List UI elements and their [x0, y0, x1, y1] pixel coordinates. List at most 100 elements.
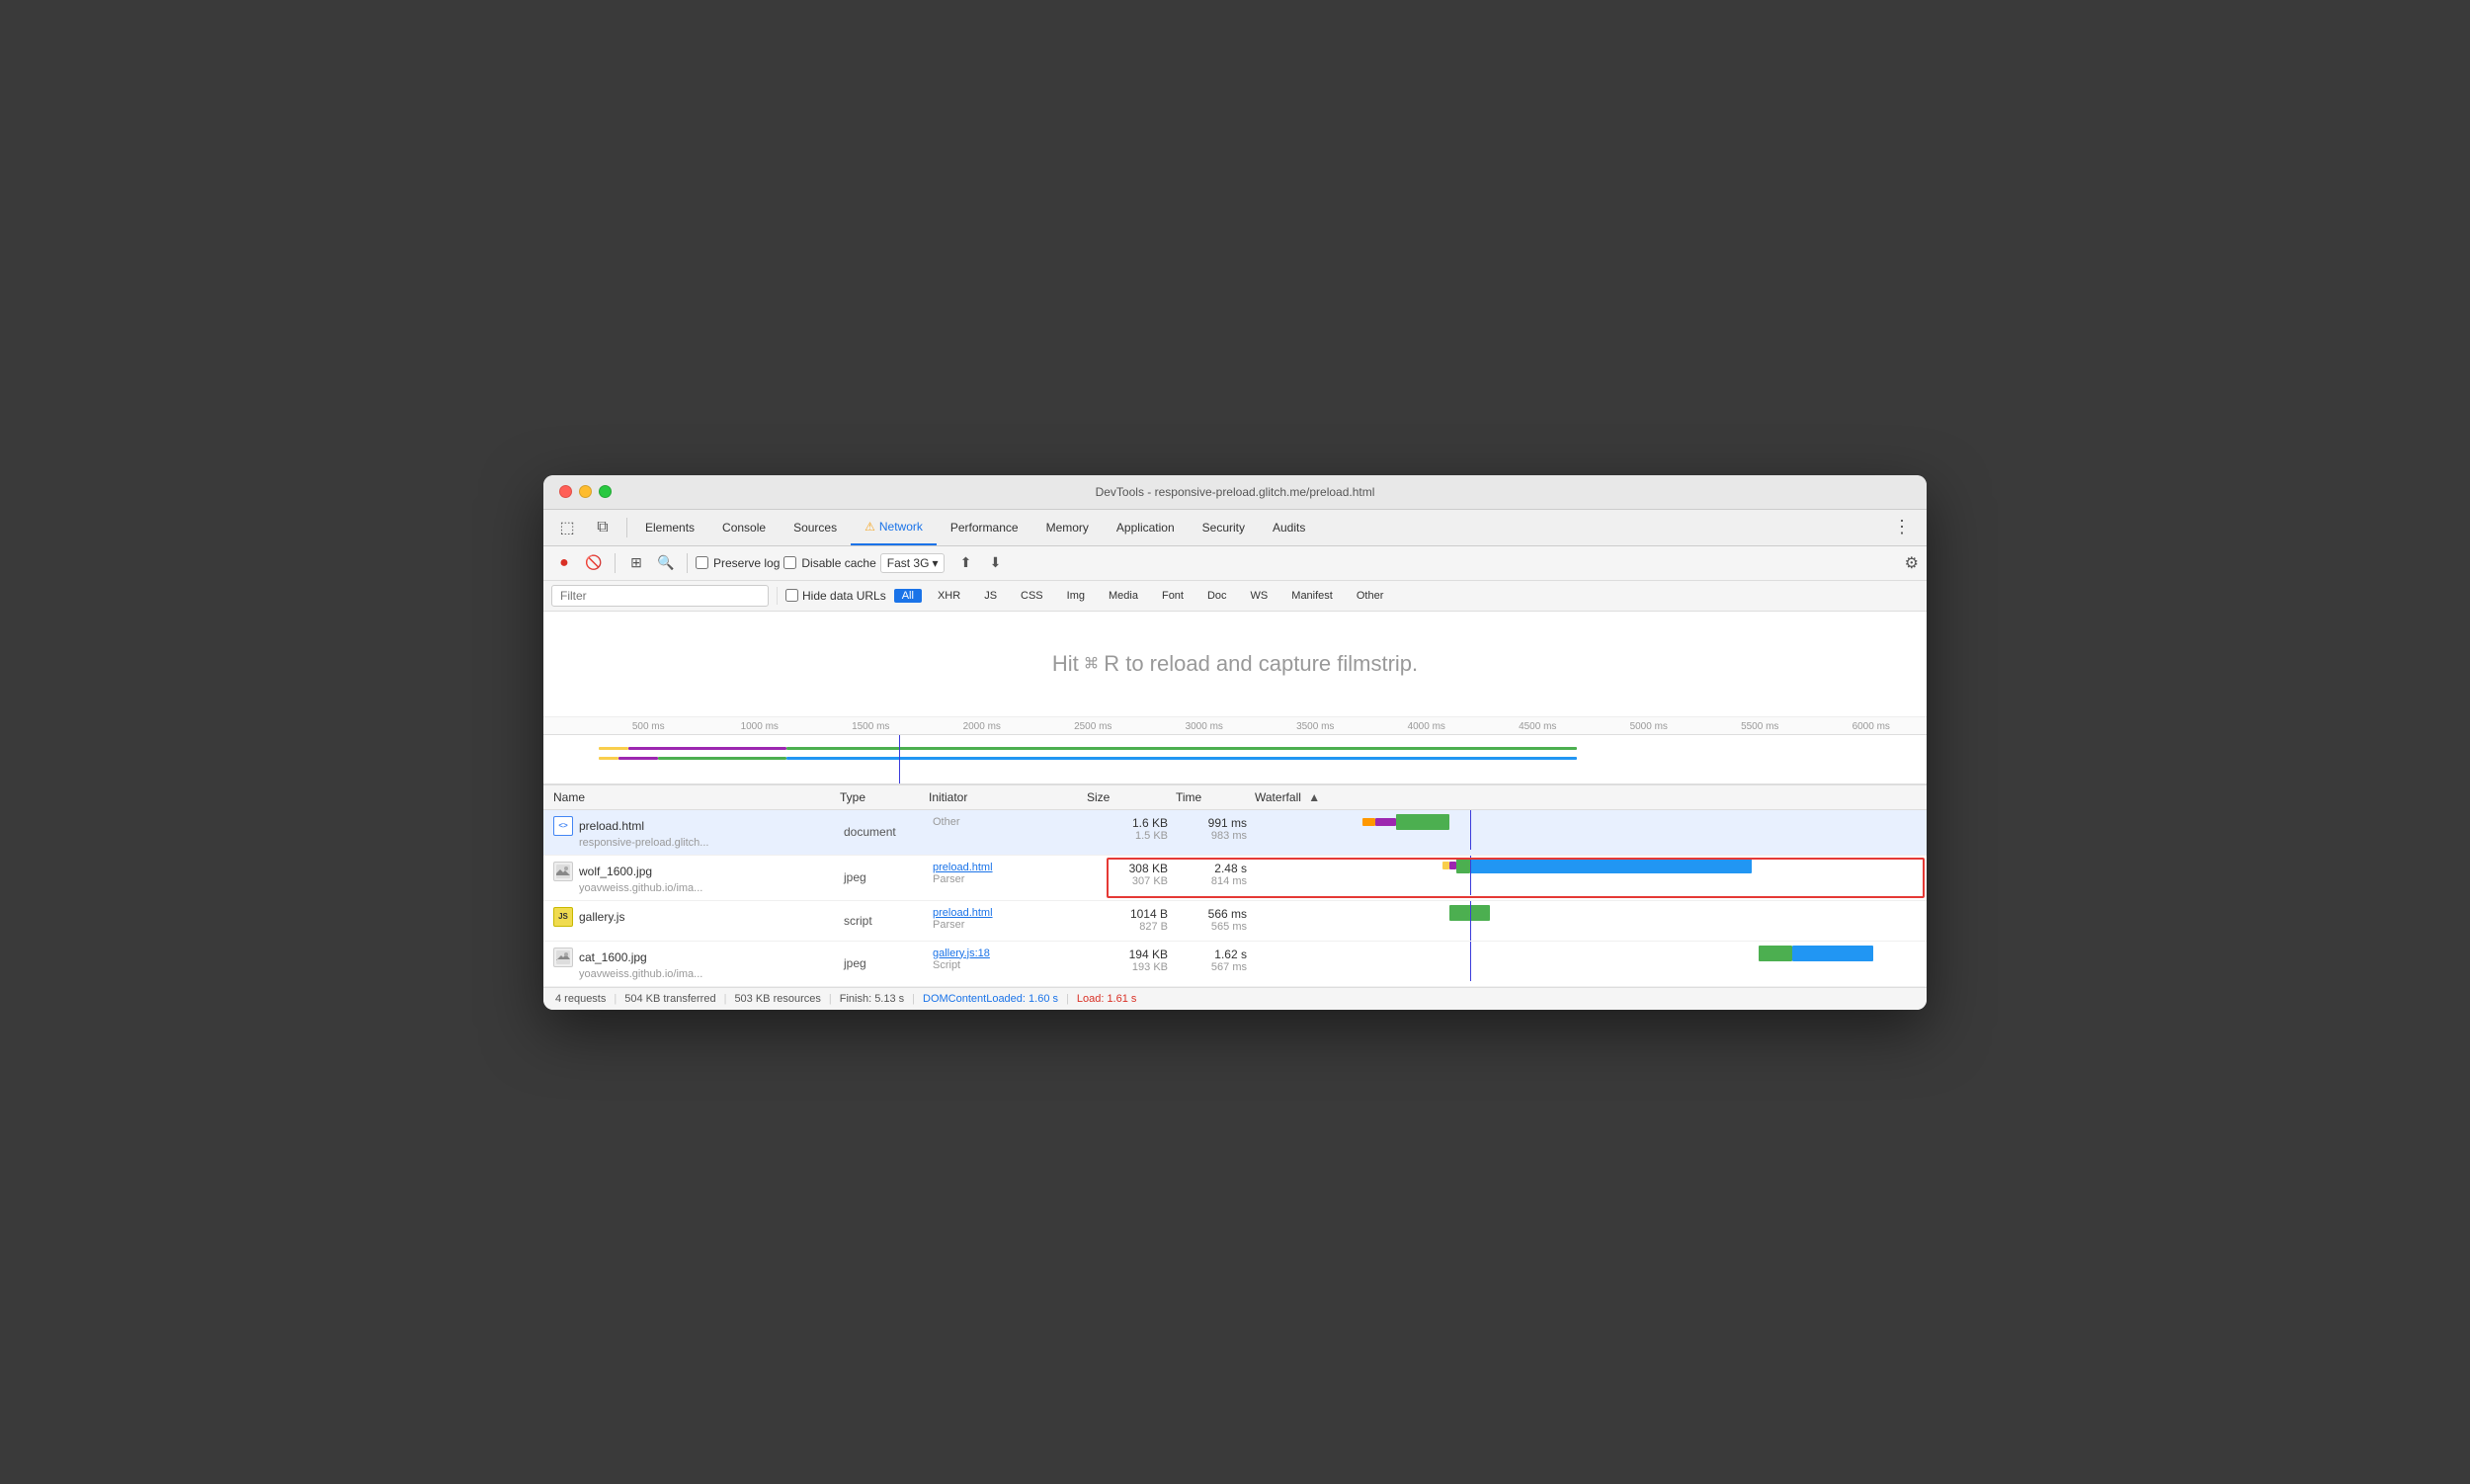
- cursor-icon[interactable]: ⬚: [551, 510, 583, 545]
- status-resources: 503 KB resources: [734, 993, 820, 1005]
- row2-filename: wolf_1600.jpg: [579, 865, 652, 878]
- filter-img[interactable]: Img: [1059, 589, 1093, 603]
- filter-xhr[interactable]: XHR: [930, 589, 968, 603]
- col-header-initiator: Initiator: [929, 790, 1087, 804]
- tab-console[interactable]: Console: [708, 510, 780, 545]
- cell-init-4: gallery.js:18 Script: [929, 942, 1087, 986]
- throttle-select[interactable]: Fast 3G ▾: [880, 553, 946, 573]
- table-row[interactable]: wolf_1600.jpg yoavweiss.github.io/ima...…: [543, 856, 1927, 901]
- tab-performance[interactable]: Performance: [937, 510, 1032, 545]
- search-button[interactable]: 🔍: [653, 550, 679, 576]
- filter-icon[interactable]: ⊞: [623, 550, 649, 576]
- settings-button[interactable]: ⚙: [1905, 553, 1919, 573]
- row2-size1: 308 KB: [1129, 862, 1168, 875]
- minimize-button[interactable]: [579, 485, 592, 498]
- status-load: Load: 1.61 s: [1077, 993, 1137, 1005]
- tab-security[interactable]: Security: [1189, 510, 1259, 545]
- maximize-button[interactable]: [599, 485, 612, 498]
- cell-name-4: cat_1600.jpg yoavweiss.github.io/ima...: [543, 942, 840, 986]
- row2-time1: 2.48 s: [1214, 862, 1247, 875]
- row3-init-link[interactable]: preload.html: [933, 907, 993, 919]
- status-bar: 4 requests | 504 KB transferred | 503 KB…: [543, 987, 1927, 1010]
- filmstrip-area: Hit ⌘ R to reload and capture filmstrip.: [543, 612, 1927, 717]
- row4-size1: 194 KB: [1129, 948, 1168, 961]
- warn-icon: ⚠: [864, 520, 875, 534]
- col-header-type: Type: [840, 790, 929, 804]
- tab-audits[interactable]: Audits: [1259, 510, 1319, 545]
- table-row[interactable]: JS gallery.js script preload.html Parser…: [543, 901, 1927, 942]
- filter-js[interactable]: JS: [976, 589, 1005, 603]
- hide-data-urls-checkbox[interactable]: [785, 589, 798, 602]
- file-icon-jpg-wolf: [553, 862, 573, 881]
- cell-init-2: preload.html Parser: [929, 856, 1087, 900]
- row1-time1: 991 ms: [1208, 816, 1247, 830]
- filter-css[interactable]: CSS: [1013, 589, 1051, 603]
- filmstrip-message: Hit ⌘ R to reload and capture filmstrip.: [563, 651, 1907, 677]
- filter-manifest[interactable]: Manifest: [1283, 589, 1341, 603]
- timeline-vertical-line: [899, 735, 900, 783]
- tick-2000: 2000 ms: [927, 721, 1038, 732]
- row4-filename: cat_1600.jpg: [579, 950, 647, 964]
- tab-sources[interactable]: Sources: [780, 510, 851, 545]
- filter-doc[interactable]: Doc: [1199, 589, 1235, 603]
- row4-time1: 1.62 s: [1214, 948, 1247, 961]
- row2-time2: 814 ms: [1211, 875, 1247, 887]
- status-sep-1: |: [614, 993, 617, 1005]
- tab-application[interactable]: Application: [1103, 510, 1189, 545]
- export-button[interactable]: ⬇: [982, 550, 1008, 576]
- tick-5500: 5500 ms: [1704, 721, 1816, 732]
- preserve-log-check[interactable]: Preserve log: [696, 556, 780, 570]
- table-body: <> preload.html responsive-preload.glitc…: [543, 810, 1927, 987]
- table-row[interactable]: cat_1600.jpg yoavweiss.github.io/ima... …: [543, 942, 1927, 987]
- cell-time-3: 566 ms 565 ms: [1176, 901, 1255, 941]
- device-icon[interactable]: ⧉: [587, 510, 618, 545]
- record-button[interactable]: ●: [551, 550, 577, 576]
- cell-type-1: document: [840, 810, 929, 855]
- file-icon-js: JS: [553, 907, 573, 927]
- window-title: DevTools - responsive-preload.glitch.me/…: [559, 485, 1911, 499]
- cell-size-2: 308 KB 307 KB: [1087, 856, 1176, 900]
- table-header: Name Type Initiator Size Time Waterfall …: [543, 785, 1927, 810]
- cell-type-3: script: [840, 901, 929, 941]
- table-row[interactable]: <> preload.html responsive-preload.glitc…: [543, 810, 1927, 856]
- clear-button[interactable]: 🚫: [581, 550, 607, 576]
- status-sep-3: |: [829, 993, 832, 1005]
- tick-5000: 5000 ms: [1594, 721, 1705, 732]
- filter-media[interactable]: Media: [1101, 589, 1146, 603]
- disable-cache-checkbox[interactable]: [783, 556, 796, 569]
- filter-other[interactable]: Other: [1349, 589, 1392, 603]
- row2-init-sub: Parser: [933, 873, 964, 885]
- tick-2500: 2500 ms: [1037, 721, 1149, 732]
- row2-size2: 307 KB: [1132, 875, 1168, 887]
- network-table: Name Type Initiator Size Time Waterfall …: [543, 785, 1927, 987]
- status-finish: Finish: 5.13 s: [840, 993, 904, 1005]
- filter-font[interactable]: Font: [1154, 589, 1192, 603]
- row4-init-link[interactable]: gallery.js:18: [933, 948, 990, 959]
- filter-input[interactable]: [551, 585, 769, 607]
- more-tabs-button[interactable]: ⋮: [1885, 517, 1919, 537]
- network-toolbar: ● 🚫 ⊞ 🔍 Preserve log Disable cache Fast …: [543, 546, 1927, 581]
- traffic-lights: [559, 485, 612, 498]
- filter-all[interactable]: All: [894, 589, 922, 603]
- tab-separator: [626, 518, 627, 537]
- row1-url: responsive-preload.glitch...: [553, 837, 708, 849]
- hide-data-urls-check[interactable]: Hide data URLs: [785, 589, 886, 603]
- timeline-ruler: 500 ms 1000 ms 1500 ms 2000 ms 2500 ms 3…: [543, 717, 1927, 735]
- tab-memory[interactable]: Memory: [1032, 510, 1103, 545]
- row3-init-sub: Parser: [933, 919, 964, 931]
- cell-type-4: jpeg: [840, 942, 929, 986]
- disable-cache-check[interactable]: Disable cache: [783, 556, 875, 570]
- import-button[interactable]: ⬆: [952, 550, 978, 576]
- tick-500: 500 ms: [593, 721, 704, 732]
- filter-ws[interactable]: WS: [1243, 589, 1276, 603]
- tab-network[interactable]: ⚠ Network: [851, 510, 937, 545]
- file-icon-jpg-cat: [553, 948, 573, 967]
- toolbar-sep-2: [687, 553, 688, 573]
- row2-init-link[interactable]: preload.html: [933, 862, 993, 873]
- tab-elements[interactable]: Elements: [631, 510, 708, 545]
- sort-arrow-icon: ▲: [1308, 790, 1320, 804]
- close-button[interactable]: [559, 485, 572, 498]
- cell-time-1: 991 ms 983 ms: [1176, 810, 1255, 855]
- tick-6000: 6000 ms: [1816, 721, 1928, 732]
- preserve-log-checkbox[interactable]: [696, 556, 708, 569]
